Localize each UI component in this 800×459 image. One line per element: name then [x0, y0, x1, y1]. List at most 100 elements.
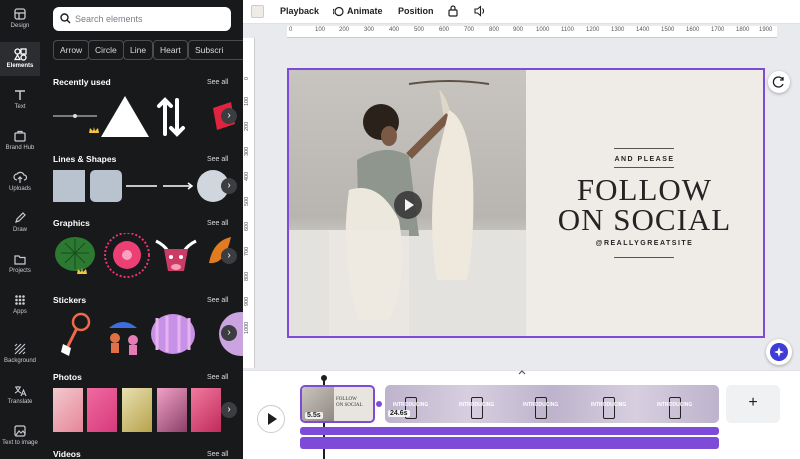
ruler-tick: 1600 — [686, 27, 700, 33]
timeline-clip-1[interactable]: FOLLOW ON SOCIAL 5.5s — [300, 385, 375, 423]
rail-background[interactable]: Background — [0, 342, 40, 370]
play-icon — [268, 413, 277, 425]
ruler-tick: 400 — [389, 27, 400, 33]
lock-icon[interactable] — [448, 5, 458, 17]
photo-thumb[interactable] — [191, 388, 221, 432]
rail-apps[interactable]: Apps — [0, 293, 40, 321]
ruler-tick: 1100 — [561, 27, 574, 33]
scroll-right-button[interactable]: › — [221, 248, 237, 264]
translate-icon — [14, 386, 27, 397]
ruler-tick: 1500 — [661, 27, 675, 33]
scroll-right-button[interactable]: › — [221, 178, 237, 194]
recent-elements[interactable] — [53, 94, 243, 138]
rail-uploads[interactable]: Uploads — [0, 170, 40, 198]
rail-text[interactable]: Text — [0, 88, 40, 116]
search-icon — [60, 13, 71, 24]
design-icon — [14, 8, 26, 20]
text-to-image-icon — [14, 425, 26, 437]
rail-elements[interactable]: Elements — [0, 42, 40, 76]
position-button[interactable]: Position — [398, 6, 434, 16]
photo-thumb[interactable] — [122, 388, 152, 432]
audio-track[interactable] — [300, 427, 719, 440]
handle-text[interactable]: @REALLYGREATSITE — [526, 240, 763, 247]
see-all-link[interactable]: See all — [207, 156, 228, 163]
vertical-ruler: 0 100 200 300 400 500 600 700 800 900 10… — [243, 38, 255, 368]
see-all-link[interactable]: See all — [207, 451, 228, 458]
ruler-tick: 1700 — [711, 27, 725, 33]
phone-shape — [603, 397, 615, 419]
uploads-icon — [13, 171, 27, 183]
rail-brand-hub[interactable]: Brand Hub — [0, 129, 40, 157]
rail-design[interactable]: Design — [0, 7, 40, 35]
chip-arrow[interactable]: Arrow — [53, 40, 90, 60]
chip-circle[interactable]: Circle — [88, 40, 124, 60]
rail-label: Translate — [7, 399, 33, 405]
section-title: Lines & Shapes — [53, 154, 117, 164]
clip-duration: 5.5s — [305, 412, 323, 419]
clip-frame-text: INTRODUCING — [591, 402, 627, 408]
scroll-right-button[interactable]: › — [221, 402, 237, 418]
play-video-button[interactable] — [394, 191, 422, 219]
background-color-swatch[interactable] — [251, 5, 264, 18]
ruler-tick: 1300 — [611, 27, 625, 33]
ruler-tick: 600 — [244, 221, 250, 231]
scroll-right-button[interactable]: › — [221, 108, 237, 124]
scroll-right-button[interactable]: › — [221, 325, 237, 341]
rail-projects[interactable]: Projects — [0, 252, 40, 280]
divider — [614, 257, 674, 258]
crown-icon — [77, 268, 87, 274]
rail-text-to-image[interactable]: Text to image — [0, 424, 40, 452]
rail-translate[interactable]: Translate — [0, 383, 40, 411]
ruler-tick: 0 — [244, 76, 250, 80]
chip-heart[interactable]: Heart — [153, 40, 188, 60]
magic-button[interactable] — [766, 339, 792, 365]
follow-text[interactable]: FOLLOW — [526, 174, 763, 205]
lines-shapes-elements[interactable] — [53, 170, 243, 202]
elements-icon — [13, 48, 27, 61]
left-rail: Design Elements Text Brand Hub Uploads D… — [0, 0, 40, 459]
stickers-elements[interactable] — [53, 310, 243, 358]
photo-thumb[interactable] — [53, 388, 83, 432]
draw-icon — [15, 212, 26, 223]
apps-icon — [15, 295, 25, 305]
see-all-link[interactable]: See all — [207, 297, 228, 304]
see-all-link[interactable]: See all — [207, 374, 228, 381]
on-social-text[interactable]: ON SOCIAL — [526, 204, 763, 235]
phone-shape — [471, 397, 483, 419]
see-all-link[interactable]: See all — [207, 79, 228, 86]
search-input[interactable] — [75, 7, 225, 31]
collapse-timeline-icon[interactable] — [517, 370, 527, 376]
photo-thumb[interactable] — [157, 388, 187, 432]
audio-track[interactable] — [300, 437, 719, 449]
ruler-tick: 300 — [244, 146, 250, 156]
playback-button[interactable]: Playback — [280, 6, 319, 16]
search-box[interactable] — [53, 7, 231, 31]
see-all-link[interactable]: See all — [207, 220, 228, 227]
rail-label: Apps — [13, 309, 27, 315]
refresh-button[interactable] — [768, 71, 790, 93]
ruler-tick: 700 — [464, 27, 475, 33]
play-timeline-button[interactable] — [257, 405, 285, 433]
animate-button[interactable]: Animate — [347, 6, 383, 16]
photo-thumb[interactable] — [87, 388, 117, 432]
ruler-tick: 0 — [289, 27, 293, 33]
ruler-tick: 200 — [244, 121, 250, 131]
ruler-tick: 1800 — [736, 27, 750, 33]
ruler-tick: 100 — [315, 27, 326, 33]
video-photo[interactable] — [289, 70, 526, 336]
text-block: AND PLEASE FOLLOW ON SOCIAL @REALLYGREAT… — [526, 70, 763, 336]
ruler-tick: 700 — [244, 246, 250, 256]
rail-draw[interactable]: Draw — [0, 211, 40, 239]
design-canvas[interactable]: AND PLEASE FOLLOW ON SOCIAL @REALLYGREAT… — [287, 68, 765, 338]
add-page-button[interactable]: + — [726, 385, 780, 423]
volume-icon[interactable] — [474, 5, 486, 17]
and-please-text[interactable]: AND PLEASE — [526, 156, 763, 163]
transition-icon[interactable] — [376, 401, 382, 407]
horizontal-ruler: 0 100 200 300 400 500 600 700 800 900 10… — [287, 26, 777, 38]
rail-label: Text — [14, 104, 26, 110]
chip-subscribe[interactable]: Subscri — [188, 40, 243, 60]
timeline-clip-2[interactable]: INTRODUCING INTRODUCING INTRODUCING INTR… — [385, 385, 719, 423]
section-title: Stickers — [53, 295, 87, 305]
chip-line[interactable]: Line — [123, 40, 154, 60]
section-title: Videos — [53, 449, 81, 459]
